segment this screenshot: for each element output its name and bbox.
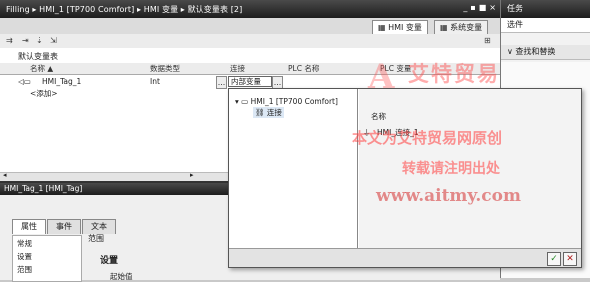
- add-row-label[interactable]: <添加>: [30, 88, 58, 99]
- cancel-button[interactable]: ✕: [563, 252, 577, 266]
- scroll-left-icon[interactable]: ◂: [3, 171, 7, 179]
- list-header-name: 名称: [371, 112, 386, 121]
- tab-label: HMI 变量: [388, 23, 422, 32]
- col-plc-name[interactable]: PLC 名称: [288, 63, 319, 74]
- options-section[interactable]: 选件: [501, 18, 590, 33]
- watermark-line2: 转载请注明出处: [402, 161, 500, 177]
- window-title-bar: Filling ▸ HMI_1 [TP700 Comfort] ▸ HMI 变量…: [0, 0, 500, 18]
- tree-node-hmi[interactable]: ▾ ▭ HMI_1 [TP700 Comfort]: [235, 97, 338, 106]
- minimize-button[interactable]: _: [463, 3, 467, 13]
- horizontal-scrollbar[interactable]: ◂ ▸: [0, 171, 232, 181]
- add-tag-icon[interactable]: ⇉: [6, 36, 13, 45]
- nav-item-general[interactable]: 常规: [13, 238, 81, 249]
- nav-item-settings[interactable]: 设置: [13, 251, 81, 262]
- close-button[interactable]: ×: [489, 3, 496, 13]
- connection-icon: ⛓: [255, 108, 267, 117]
- tag-name[interactable]: HMI_Tag_1: [42, 76, 81, 87]
- watermark-logo: A: [368, 57, 395, 97]
- column-settings-icon[interactable]: ⊞: [484, 36, 491, 45]
- col-type[interactable]: 数据类型: [150, 63, 180, 74]
- tab-properties[interactable]: 属性: [12, 219, 46, 234]
- export-icon[interactable]: ⇲: [50, 36, 57, 45]
- tab-hmi-tags[interactable]: ▦ HMI 变量: [372, 20, 428, 34]
- col-name[interactable]: 名称 ▲: [30, 63, 53, 74]
- connection-selector-dialog: ▾ ▭ HMI_1 [TP700 Comfort] ⛓ 连接 名称 ⏚ HMI_…: [228, 88, 582, 268]
- ok-button[interactable]: ✓: [547, 252, 561, 266]
- device-tree: ▾ ▭ HMI_1 [TP700 Comfort] ⛓ 连接: [229, 89, 358, 249]
- nav-item-range[interactable]: 范围: [13, 264, 81, 275]
- tab-events[interactable]: 事件: [47, 219, 81, 234]
- tag-icon: ◁▭: [18, 77, 31, 86]
- scroll-right-icon[interactable]: ▸: [190, 171, 194, 179]
- tag-type[interactable]: Int: [150, 76, 160, 87]
- watermark-url: www.aitmy.com: [376, 186, 521, 206]
- table-toolbar: ⇉ ⇥ ⇣ ⇲ ⊞: [0, 34, 500, 49]
- tag-table-icon: ▦: [378, 23, 389, 32]
- device-icon: ▭: [241, 97, 251, 106]
- editor-tabs: ▦ HMI 变量 ▦ 系统变量: [0, 18, 500, 35]
- connection-field[interactable]: 内部变量: [228, 76, 272, 87]
- tag-table-icon: ▦: [440, 23, 451, 32]
- properties-nav: 常规 设置 范围: [12, 235, 82, 282]
- breadcrumb: Filling ▸ HMI_1 [TP700 Comfort] ▸ HMI 变量…: [6, 4, 243, 14]
- start-value-label: 起始值: [110, 272, 133, 281]
- watermark-line1: 本文为艾特贸易网原创: [352, 129, 503, 147]
- section-range-title: 范围: [88, 234, 104, 243]
- tab-texts[interactable]: 文本: [82, 219, 116, 234]
- table-title: 默认变量表: [18, 52, 58, 61]
- watermark-brand: 艾特贸易: [408, 61, 500, 86]
- properties-tabs: 属性 事件 文本: [12, 219, 117, 234]
- tree-child-label: 连接: [266, 108, 282, 117]
- tab-label: 系统变量: [450, 23, 483, 32]
- insert-row-icon[interactable]: ⇥: [22, 36, 29, 45]
- task-panel-title: 任务: [501, 0, 590, 18]
- find-replace-section[interactable]: ∨ 查找和替换: [501, 45, 590, 60]
- maximize-button[interactable]: ■: [479, 3, 487, 13]
- tree-root-label: HMI_1 [TP700 Comfort]: [250, 97, 338, 106]
- settings-heading: 设置: [100, 256, 119, 266]
- tree-node-connections[interactable]: ⛓ 连接: [253, 107, 284, 118]
- restore-button[interactable]: ▪: [470, 3, 475, 13]
- window-controls: _ ▪ ■ ×: [463, 3, 496, 13]
- dialog-footer: ✓ ✕: [229, 248, 581, 267]
- tab-system-tags[interactable]: ▦ 系统变量: [434, 20, 489, 34]
- fill-down-icon[interactable]: ⇣: [36, 36, 43, 45]
- find-replace-label: 查找和替换: [515, 47, 556, 56]
- col-connection[interactable]: 连接: [230, 63, 245, 74]
